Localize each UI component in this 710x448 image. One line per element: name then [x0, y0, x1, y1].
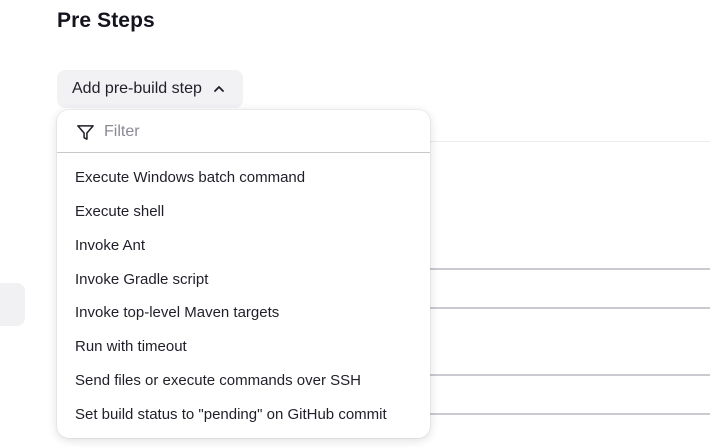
menu-item-invoke-ant[interactable]: Invoke Ant	[75, 236, 145, 256]
menu-item-invoke-maven-targets[interactable]: Invoke top-level Maven targets	[75, 303, 279, 323]
menu-item-label: Invoke top-level Maven targets	[75, 304, 280, 321]
menu-item-invoke-gradle-script[interactable]: Invoke Gradle script	[75, 270, 208, 290]
menu-item-set-build-status-pending[interactable]: Set build status to "pending" on GitHub …	[75, 405, 387, 425]
chevron-up-icon	[213, 86, 224, 92]
menu-item-label: Execute Windows batch command	[75, 169, 306, 186]
section-title: Pre Steps	[57, 9, 155, 32]
menu-item-run-with-timeout[interactable]: Run with timeout	[75, 337, 187, 357]
add-step-label: Add pre-build step	[72, 80, 202, 97]
divider	[430, 141, 710, 142]
menu-item-label: Send files or execute commands over SSH	[75, 372, 361, 389]
menu-item-label: Invoke Gradle script	[75, 271, 209, 288]
divider	[430, 307, 710, 309]
filter-input[interactable]	[104, 119, 414, 145]
filter-row	[57, 110, 430, 153]
divider	[430, 413, 710, 415]
filter-icon	[77, 125, 94, 140]
divider	[430, 374, 710, 376]
add-pre-build-step-button[interactable]: Add pre-build step	[57, 70, 243, 108]
divider	[430, 268, 710, 270]
pre-build-step-menu: Execute Windows batch command Execute sh…	[57, 110, 430, 438]
menu-item-label: Invoke Ant	[75, 237, 146, 254]
menu-item-label: Execute shell	[75, 203, 165, 220]
menu-item-send-files-over-ssh[interactable]: Send files or execute commands over SSH	[62, 363, 423, 394]
menu-item-execute-windows-batch-command[interactable]: Execute Windows batch command	[75, 168, 305, 188]
menu-item-label: Run with timeout	[75, 338, 187, 355]
menu-item-label: Set build status to "pending" on GitHub …	[75, 406, 387, 423]
background-panel	[0, 283, 25, 326]
menu-item-execute-shell[interactable]: Execute shell	[75, 202, 164, 222]
